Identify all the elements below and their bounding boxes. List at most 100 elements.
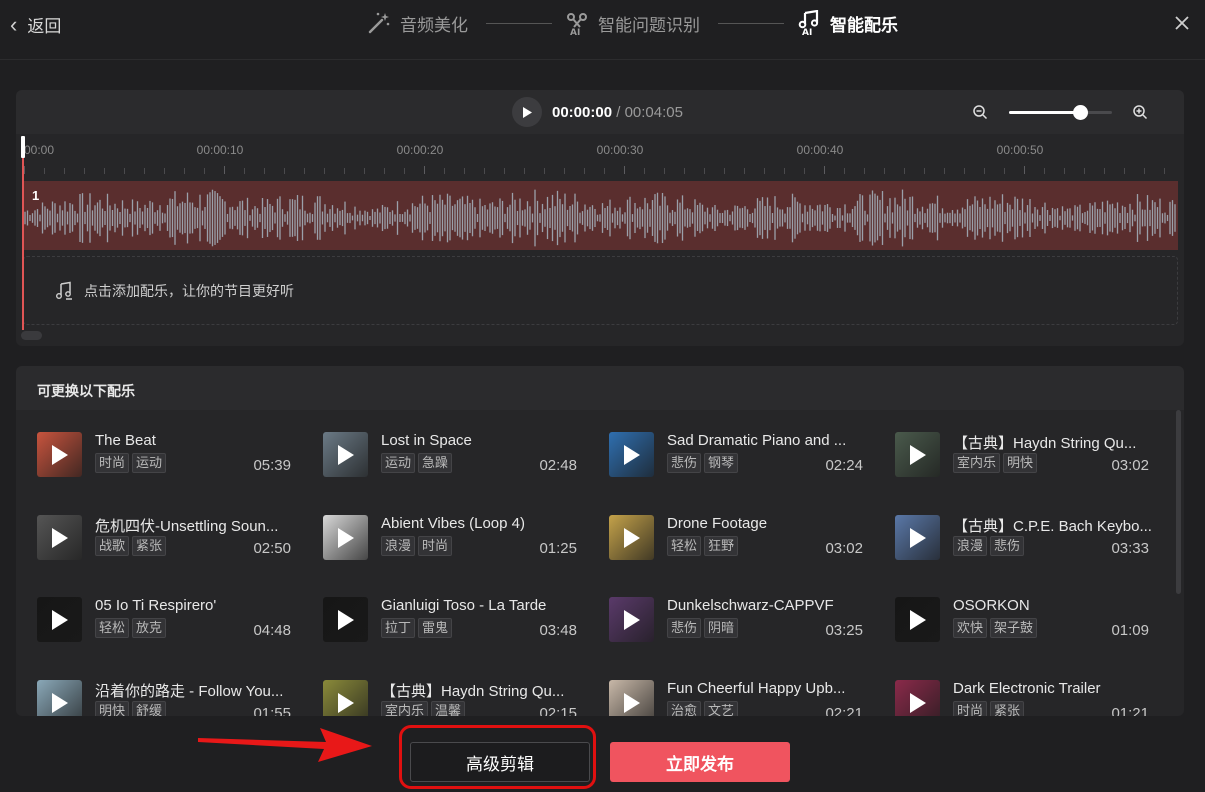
music-thumbnail[interactable] (609, 515, 654, 560)
play-button[interactable] (512, 97, 542, 127)
music-duration: 03:02 (825, 540, 863, 557)
step-smart-music[interactable]: AI 智能配乐 (796, 10, 898, 36)
play-icon (910, 610, 926, 630)
music-tags: 运动 急躁 (381, 453, 453, 473)
play-icon (52, 693, 68, 713)
music-thumbnail[interactable] (895, 597, 940, 642)
music-thumbnail[interactable] (609, 432, 654, 477)
music-card[interactable]: 05 Io Ti Respirero' 轻松 放克 04:48 (37, 597, 307, 645)
back-button[interactable]: ‹ 返回 (10, 12, 61, 37)
music-card[interactable]: 【古典】Haydn String Qu... 室内乐 温馨 02:15 (323, 680, 593, 716)
ruler-tick (184, 168, 185, 174)
audio-track[interactable]: 1 (23, 181, 1178, 250)
play-icon (624, 528, 640, 548)
music-thumbnail[interactable] (323, 432, 368, 477)
ruler-tick (644, 168, 645, 174)
music-thumbnail[interactable] (37, 432, 82, 477)
vertical-scrollbar[interactable] (1176, 410, 1181, 594)
ruler-tick (904, 168, 905, 174)
publish-button[interactable]: 立即发布 (610, 742, 790, 782)
music-card[interactable]: Abient Vibes (Loop 4) 浪漫 时尚 01:25 (323, 515, 593, 563)
zoom-slider-thumb[interactable] (1073, 105, 1089, 120)
music-card[interactable]: Gianluigi Toso - La Tarde 拉丁 雷鬼 03:48 (323, 597, 593, 645)
music-card[interactable]: Drone Footage 轻松 狂野 03:02 (609, 515, 879, 563)
music-card[interactable]: 沿着你的路走 - Follow You... 明快 舒缓 01:55 (37, 680, 307, 716)
music-tag: 时尚 (418, 536, 453, 556)
music-tag: 室内乐 (381, 701, 429, 716)
ruler-tick (24, 166, 25, 174)
music-thumbnail[interactable] (609, 597, 654, 642)
total-time: 00:04:05 (624, 104, 683, 121)
music-tag: 紧张 (990, 701, 1025, 716)
music-title: Fun Cheerful Happy Upb... (667, 680, 846, 697)
music-card[interactable]: Dunkelschwarz-CAPPVF 悲伤 阴暗 03:25 (609, 597, 879, 645)
music-tag: 明快 (95, 701, 130, 716)
music-title: 【古典】Haydn String Qu... (953, 435, 1137, 452)
close-icon[interactable] (1171, 12, 1193, 34)
music-duration: 01:09 (1111, 622, 1149, 639)
ruler-label: 00:00 (24, 143, 55, 157)
music-duration: 02:24 (825, 457, 863, 474)
music-tags: 治愈 文艺 (667, 701, 739, 716)
music-card[interactable]: Fun Cheerful Happy Upb... 治愈 文艺 02:21 (609, 680, 879, 716)
music-thumbnail[interactable] (323, 597, 368, 642)
zoom-in-icon[interactable] (1132, 104, 1148, 120)
music-tags: 悲伤 阴暗 (667, 618, 739, 638)
zoom-slider[interactable] (1009, 105, 1112, 120)
magic-wand-icon (366, 10, 392, 36)
music-duration: 05:39 (253, 457, 291, 474)
music-tag: 拉丁 (381, 618, 416, 638)
ruler-tick (124, 168, 125, 174)
ruler-tick (784, 168, 785, 174)
music-card[interactable]: Sad Dramatic Piano and ... 悲伤 钢琴 02:24 (609, 432, 879, 480)
play-icon (523, 106, 532, 118)
step-connector (718, 22, 784, 24)
music-tags: 时尚 运动 (95, 453, 167, 473)
music-card[interactable]: The Beat 时尚 运动 05:39 (37, 432, 307, 480)
horizontal-scrollbar[interactable] (21, 331, 42, 340)
step-audio-beautify[interactable]: 音频美化 (366, 10, 468, 36)
music-tag: 轻松 (667, 536, 702, 556)
play-icon (624, 693, 640, 713)
time-ruler[interactable]: 00:00 00:00:10 00:00:20 00:00:30 00:00:4… (16, 134, 1184, 180)
music-thumbnail[interactable] (609, 680, 654, 716)
music-card[interactable]: Lost in Space 运动 急躁 02:48 (323, 432, 593, 480)
step-problem-detect[interactable]: AI 智能问题识别 (564, 10, 700, 36)
music-duration: 02:50 (253, 540, 291, 557)
music-tags: 时尚 紧张 (953, 701, 1025, 716)
zoom-out-icon[interactable] (972, 104, 988, 120)
music-tag: 舒缓 (132, 701, 167, 716)
music-tag: 时尚 (95, 453, 130, 473)
music-tag: 治愈 (667, 701, 702, 716)
music-tag: 运动 (132, 453, 167, 473)
music-thumbnail[interactable] (37, 515, 82, 560)
music-card[interactable]: OSORKON 欢快 架子鼓 01:09 (895, 597, 1165, 645)
ruler-tick (724, 168, 725, 174)
back-label: 返回 (27, 17, 62, 36)
playhead[interactable] (22, 136, 24, 330)
play-icon (910, 528, 926, 548)
music-thumbnail[interactable] (37, 680, 82, 716)
ruler-tick (364, 168, 365, 174)
music-list-panel: 可更换以下配乐 The Beat 时尚 运动 05:39 Lost in Space 运动… (16, 366, 1184, 716)
music-title: 沿着你的路走 - Follow You... (95, 683, 284, 700)
music-card[interactable]: Dark Electronic Trailer 时尚 紧张 01:21 (895, 680, 1165, 716)
music-thumbnail[interactable] (895, 515, 940, 560)
music-tag: 悲伤 (667, 618, 702, 638)
music-thumbnail[interactable] (37, 597, 82, 642)
ruler-tick (1104, 168, 1105, 174)
music-thumbnail[interactable] (323, 680, 368, 716)
play-icon (52, 528, 68, 548)
music-thumbnail[interactable] (323, 515, 368, 560)
current-time: 00:00:00 (552, 104, 613, 121)
music-duration: 01:21 (1111, 705, 1149, 716)
playhead-handle[interactable] (21, 136, 25, 158)
music-title: Dark Electronic Trailer (953, 680, 1101, 697)
add-music-slot[interactable]: 点击添加配乐，让你的节目更好听 (23, 256, 1178, 325)
music-thumbnail[interactable] (895, 680, 940, 716)
music-thumbnail[interactable] (895, 432, 940, 477)
ruler-tick (404, 168, 405, 174)
music-card[interactable]: 危机四伏-Unsettling Soun... 战歌 紧张 02:50 (37, 515, 307, 563)
music-card[interactable]: 【古典】C.P.E. Bach Keybo... 浪漫 悲伤 03:33 (895, 515, 1165, 563)
music-card[interactable]: 【古典】Haydn String Qu... 室内乐 明快 03:02 (895, 432, 1165, 480)
